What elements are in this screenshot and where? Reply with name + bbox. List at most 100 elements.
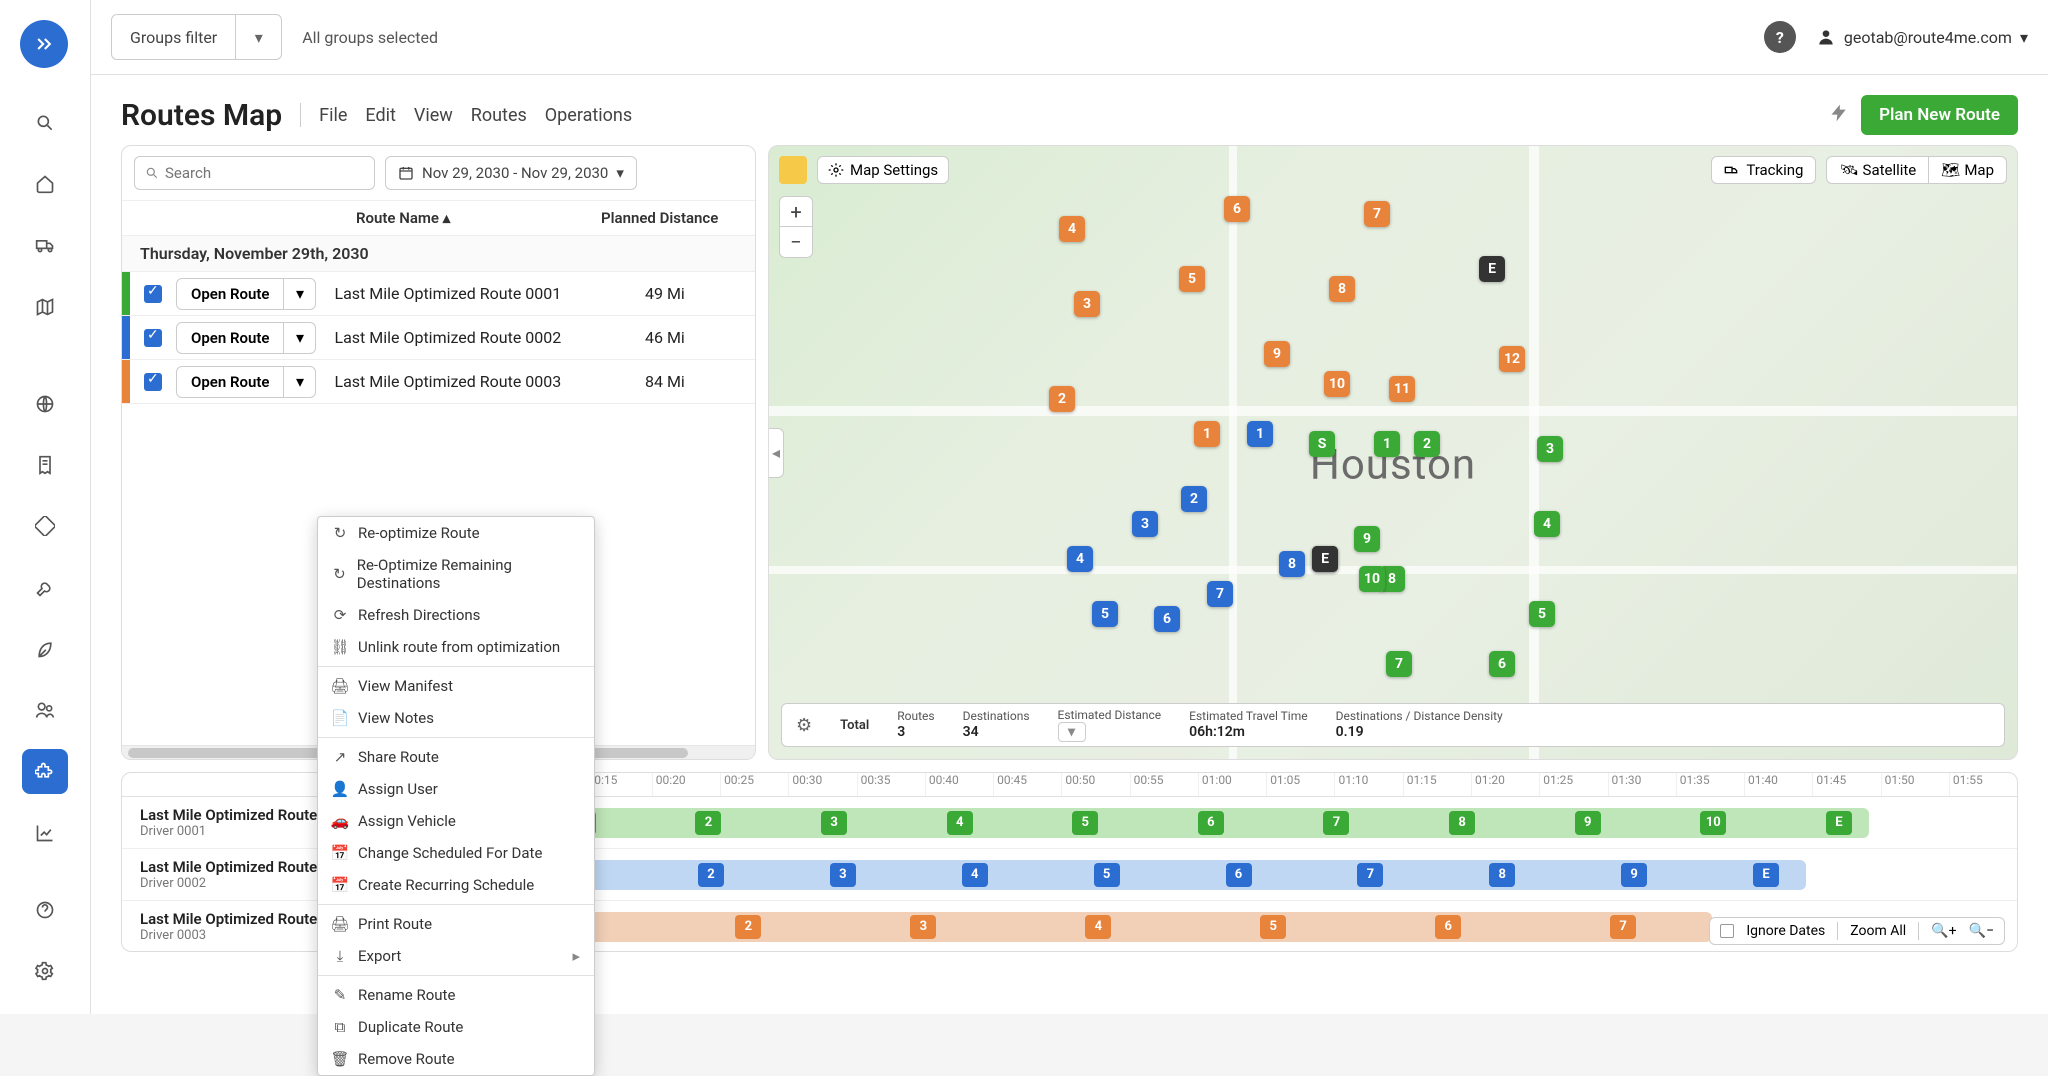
column-planned-distance[interactable]: Planned Distance — [601, 209, 741, 227]
timeline-stop-marker[interactable]: 7 — [1610, 915, 1636, 939]
groups-filter-dropdown[interactable]: Groups filter ▾ — [111, 14, 282, 60]
timeline-stop-marker[interactable]: 5 — [1260, 915, 1286, 939]
timeline-stop-marker[interactable]: 2 — [735, 915, 761, 939]
map-marker[interactable]: 3 — [1537, 436, 1563, 462]
map-marker[interactable]: 11 — [1389, 376, 1415, 402]
leaf-icon[interactable] — [22, 626, 68, 671]
map-marker[interactable]: 1 — [1374, 431, 1400, 457]
timeline-stop-marker[interactable]: 7 — [1323, 811, 1349, 835]
map-marker[interactable]: E — [1312, 546, 1338, 572]
ruler-icon[interactable] — [22, 504, 68, 549]
map-marker[interactable]: 2 — [1049, 386, 1075, 412]
map-settings-button[interactable]: Map Settings — [817, 156, 949, 184]
timeline-stop-marker[interactable]: 4 — [1085, 915, 1111, 939]
map-marker[interactable]: 6 — [1154, 606, 1180, 632]
timeline-stop-marker[interactable]: E — [1826, 811, 1852, 835]
map-marker[interactable]: 6 — [1489, 651, 1515, 677]
cm-recurring[interactable]: 📅Create Recurring Schedule — [318, 869, 594, 901]
cm-change-date[interactable]: 📅Change Scheduled For Date — [318, 837, 594, 869]
map-marker[interactable]: 8 — [1329, 276, 1355, 302]
cm-print[interactable]: 🖨Print Route — [318, 908, 594, 940]
menu-file[interactable]: File — [319, 105, 347, 126]
timeline-stop-marker[interactable]: E — [1753, 863, 1779, 887]
truck-icon[interactable] — [22, 223, 68, 268]
cm-unlink[interactable]: ⛓Unlink route from optimization — [318, 631, 594, 663]
timeline-stop-marker[interactable]: 2 — [695, 811, 721, 835]
receipt-icon[interactable] — [22, 442, 68, 487]
cm-refresh-directions[interactable]: ⟳Refresh Directions — [318, 599, 594, 631]
map-marker[interactable]: 9 — [1354, 526, 1380, 552]
wrench-icon[interactable] — [22, 565, 68, 610]
map-marker[interactable]: 12 — [1499, 346, 1525, 372]
zoom-in-icon[interactable]: 🔍+ — [1931, 923, 1956, 939]
cm-share[interactable]: ↗Share Route — [318, 741, 594, 773]
menu-routes[interactable]: Routes — [471, 105, 527, 126]
map-marker[interactable]: 4 — [1067, 546, 1093, 572]
home-icon[interactable] — [22, 161, 68, 206]
timeline-stop-marker[interactable]: 3 — [821, 811, 847, 835]
map-button[interactable]: 🗺 Map — [1928, 157, 2006, 183]
zoom-in-button[interactable]: + — [780, 197, 812, 227]
map-marker[interactable]: 5 — [1179, 266, 1205, 292]
menu-operations[interactable]: Operations — [545, 105, 632, 126]
map-marker[interactable]: 5 — [1092, 601, 1118, 627]
cm-view-manifest[interactable]: 🖨View Manifest — [318, 670, 594, 702]
puzzle-icon[interactable] — [22, 749, 68, 794]
timeline-stop-marker[interactable]: 2 — [698, 863, 724, 887]
zoom-all-button[interactable]: Zoom All — [1850, 923, 1906, 939]
map-marker[interactable]: 7 — [1386, 651, 1412, 677]
est-distance-caret[interactable]: ▾ — [1058, 722, 1086, 742]
chevron-down-icon[interactable]: ▾ — [283, 366, 315, 398]
timeline-stop-marker[interactable]: 5 — [1094, 863, 1120, 887]
map-marker[interactable]: 3 — [1074, 291, 1100, 317]
globe-icon[interactable] — [22, 381, 68, 426]
cm-rename[interactable]: ✎Rename Route — [318, 979, 594, 1011]
timeline-stop-marker[interactable]: 3 — [910, 915, 936, 939]
route-row[interactable]: Open Route ▾ Last Mile Optimized Route 0… — [122, 272, 755, 316]
zoom-out-icon[interactable]: 🔍− — [1969, 923, 1994, 939]
map-icon[interactable] — [22, 284, 68, 329]
map-marker[interactable]: 1 — [1247, 421, 1273, 447]
timeline-track-row[interactable]: ⌂12345678910E — [447, 797, 2017, 849]
timeline-stop-marker[interactable]: 9 — [1575, 811, 1601, 835]
cm-assign-user[interactable]: 👤Assign User — [318, 773, 594, 805]
open-route-button[interactable]: Open Route ▾ — [176, 366, 316, 398]
map-marker[interactable]: 2 — [1414, 431, 1440, 457]
settings-icon[interactable] — [22, 949, 68, 994]
timeline-stop-marker[interactable]: 8 — [1449, 811, 1475, 835]
cm-assign-vehicle[interactable]: 🚗Assign Vehicle — [318, 805, 594, 837]
timeline-stop-marker[interactable]: 6 — [1435, 915, 1461, 939]
search-input[interactable] — [134, 156, 375, 190]
pegman-icon[interactable] — [779, 156, 807, 184]
cm-reoptimize[interactable]: ↻Re-optimize Route — [318, 517, 594, 549]
user-menu[interactable]: geotab@route4me.com ▾ — [1816, 27, 2028, 47]
chevron-down-icon[interactable]: ▾ — [235, 14, 281, 60]
open-route-button[interactable]: Open Route ▾ — [176, 322, 316, 354]
map-panel[interactable]: Houston Map Settings Tracking 🛰 Satellit… — [768, 145, 2018, 760]
cm-remove[interactable]: 🗑Remove Route — [318, 1043, 594, 1075]
bolt-icon[interactable] — [1829, 103, 1849, 127]
open-route-button[interactable]: Open Route ▾ — [176, 278, 316, 310]
users-icon[interactable] — [22, 688, 68, 733]
timeline-stop-marker[interactable]: 5 — [1072, 811, 1098, 835]
cm-reoptimize-remaining[interactable]: ↻Re-Optimize Remaining Destinations — [318, 549, 594, 599]
route-checkbox[interactable] — [144, 329, 162, 347]
cm-export[interactable]: ⤓Export▸ — [318, 940, 594, 972]
map-marker[interactable]: 9 — [1264, 341, 1290, 367]
map-marker[interactable]: S — [1309, 431, 1335, 457]
map-marker[interactable]: E — [1479, 256, 1505, 282]
search-icon[interactable] — [22, 100, 68, 145]
menu-view[interactable]: View — [414, 105, 453, 126]
plan-new-route-button[interactable]: Plan New Route — [1861, 95, 2018, 135]
help-button[interactable]: ? — [1764, 21, 1796, 53]
chevron-down-icon[interactable]: ▾ — [283, 278, 315, 310]
timeline-stop-marker[interactable]: 4 — [962, 863, 988, 887]
route-row[interactable]: Open Route ▾ Last Mile Optimized Route 0… — [122, 360, 755, 404]
chart-icon[interactable] — [22, 810, 68, 855]
timeline-stop-marker[interactable]: 9 — [1621, 863, 1647, 887]
main-nav-toggle[interactable] — [20, 20, 68, 68]
stats-settings-icon[interactable]: ⚙ — [796, 715, 812, 736]
ignore-dates-label[interactable]: Ignore Dates — [1746, 923, 1825, 939]
timeline-stop-marker[interactable]: 7 — [1357, 863, 1383, 887]
map-marker[interactable]: 8 — [1279, 551, 1305, 577]
